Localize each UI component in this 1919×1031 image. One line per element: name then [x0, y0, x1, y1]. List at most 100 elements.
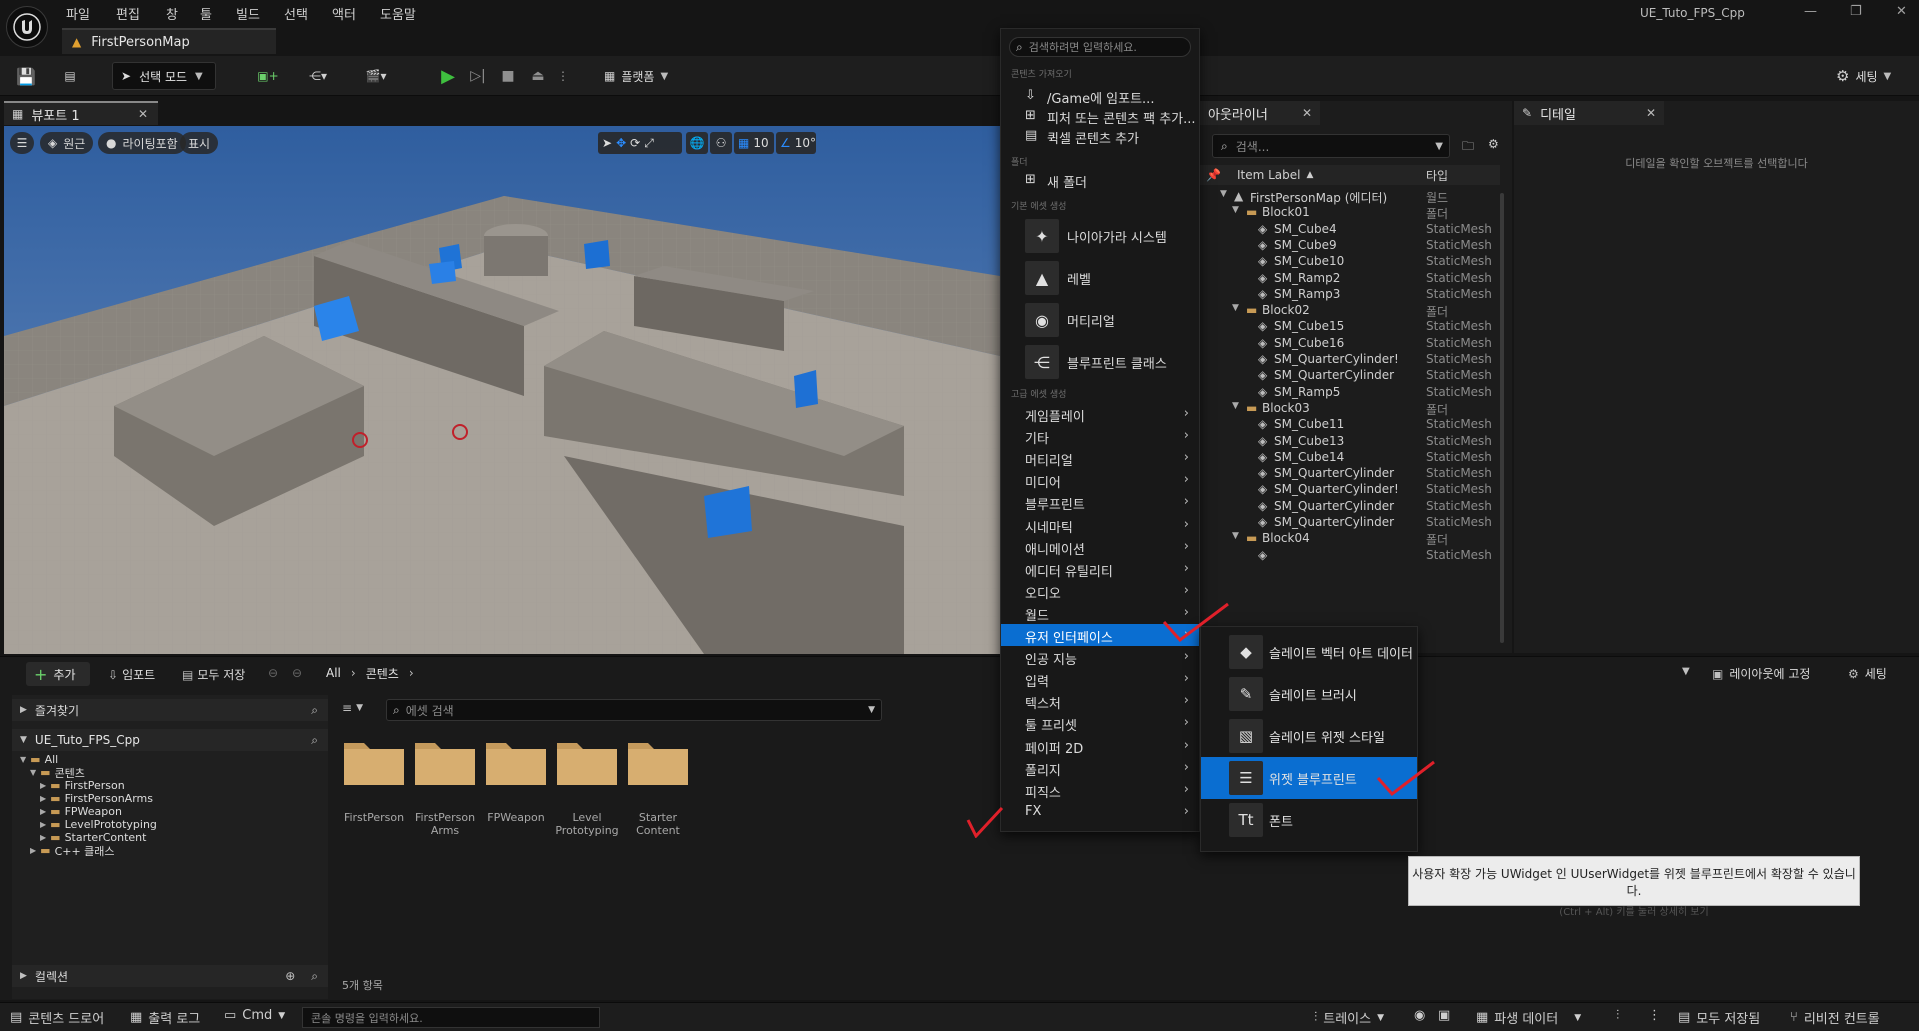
move-tool-icon[interactable]: ✥ [616, 136, 626, 150]
surface-snap-icon[interactable]: ⚇ [710, 132, 732, 154]
ui-submenu-item[interactable]: Tt 폰트 [1201, 799, 1417, 841]
pin-icon[interactable]: 📌 [1206, 168, 1221, 182]
breadcrumb-all[interactable]: All [326, 666, 341, 680]
cmd-dropdown[interactable]: ▭ Cmd ▼ [224, 1008, 285, 1023]
asset-search-input[interactable]: ⌕ 에셋 검색 ▼ [386, 699, 882, 721]
level-viewport[interactable]: ☰ ◈ 원근 ● 라이팅포함 표시 ➤ ✥ ⟳ ⤢ 🌐 ⚇ ▦ 10 ∠ 10° [4, 126, 1000, 654]
advanced-asset-item[interactable]: 툴 프리셋 › [1001, 712, 1199, 734]
show-button[interactable]: 표시 [180, 132, 219, 154]
save-status-button[interactable]: ▤ 모두 저장됨 [1678, 1008, 1760, 1027]
search-icon[interactable]: ⌕ [311, 703, 318, 718]
add-actor-icon[interactable]: ▣+ [250, 62, 286, 90]
history-dropdown-icon[interactable]: ▼ [1682, 666, 1690, 677]
menu-file[interactable]: 파일 [66, 4, 90, 23]
basic-asset-item[interactable]: ⋲ 블루프린트 클래스 [1001, 341, 1199, 383]
back-icon[interactable]: ⊖ [268, 666, 278, 680]
menu-window[interactable]: 창 [166, 4, 178, 23]
stop-icon[interactable]: ■ [496, 62, 520, 90]
outliner-row[interactable]: ◈ SM_QuarterCylinder StaticMesh [1200, 365, 1500, 382]
lock-layout-button[interactable]: ▣ 레이아웃에 고정 [1712, 665, 1810, 682]
revision-control-button[interactable]: ⑂ 리비전 컨트롤 [1790, 1008, 1880, 1027]
derived-data-button[interactable]: ▦ 파생 데이터 ▼ [1476, 1008, 1581, 1027]
outliner-row[interactable]: ◈ SM_Ramp2 StaticMesh [1200, 268, 1500, 285]
collections-header[interactable]: ▶ 컬렉션 ⊕ ⌕ [12, 965, 328, 987]
advanced-asset-item[interactable]: 에디터 유틸리티 › [1001, 558, 1199, 580]
save-icon[interactable]: 💾 [12, 62, 40, 90]
details-tab[interactable]: ✎ 디테일 ✕ [1514, 101, 1664, 125]
cinematics-icon[interactable]: 🎬▾ [358, 62, 394, 90]
content-drawer-button[interactable]: ▤ 콘텐츠 드로어 [10, 1008, 104, 1027]
favorites-header[interactable]: ▶ 즐겨찾기 ⌕ [12, 699, 328, 721]
folder-tree-item[interactable]: ▼ ▬ 콘텐츠 [30, 766, 85, 780]
advanced-asset-item[interactable]: 미디어 › [1001, 469, 1199, 491]
chevron-down-icon[interactable]: ▼ [1232, 205, 1239, 215]
world-local-icon[interactable]: 🌐 [686, 132, 708, 154]
document-tab[interactable]: ▲ FirstPersonMap [62, 28, 276, 54]
advanced-asset-item[interactable]: 블루프린트 › [1001, 491, 1199, 513]
advanced-asset-item[interactable]: 폴리지 › [1001, 757, 1199, 779]
outliner-search[interactable]: ⌕ 검색... ▼ [1212, 134, 1450, 158]
chevron-down-icon[interactable]: ▼ [1232, 531, 1239, 541]
chevron-down-icon[interactable]: ▼ [1220, 189, 1227, 199]
outliner-row[interactable]: ▼ ▬ Block02 폴더 [1200, 300, 1500, 319]
col-item-label[interactable]: Item Label [1237, 168, 1301, 182]
play-icon[interactable]: ▶ [436, 62, 460, 90]
add-collection-icon[interactable]: ⊕ [285, 969, 295, 983]
folder-tree-item[interactable]: ▶ ▬ FPWeapon [40, 805, 122, 818]
add-button[interactable]: + 추가 [26, 662, 90, 686]
close-tab-icon[interactable]: ✕ [1646, 106, 1656, 120]
play-options-icon[interactable]: ⋮ [556, 62, 570, 90]
import-game-item[interactable]: ⇩ /Game에 임포트... [1001, 85, 1199, 107]
chevron-down-icon[interactable]: ▼ [1232, 303, 1239, 313]
folder-tree-item[interactable]: ▶ ▬ FirstPersonArms [40, 792, 153, 805]
breadcrumb-content[interactable]: 콘텐츠 [366, 665, 399, 682]
output-log-button[interactable]: ▦ 출력 로그 [130, 1008, 200, 1027]
advanced-asset-item[interactable]: 애니메이션 › [1001, 536, 1199, 558]
more-icon[interactable]: ⋮ [1648, 1008, 1661, 1023]
record-icon[interactable]: ◉ [1414, 1008, 1425, 1023]
close-tab-icon[interactable]: ✕ [1302, 106, 1312, 120]
platforms-button[interactable]: ▦ 플랫폼 ▼ [604, 62, 686, 90]
gear-icon[interactable]: ⚙ [1488, 137, 1499, 151]
outliner-row[interactable]: ◈ SM_Ramp5 StaticMesh [1200, 382, 1500, 399]
stats-icon[interactable]: ⫶ [1616, 1008, 1619, 1023]
menu-select[interactable]: 선택 [284, 4, 308, 23]
trace-button[interactable]: ⫶ 트레이스 ▼ [1314, 1008, 1384, 1027]
outliner-row[interactable]: ◈ SM_QuarterCylinder StaticMesh [1200, 496, 1500, 513]
outliner-row[interactable]: ◈ SM_QuarterCylinder! StaticMesh [1200, 479, 1500, 496]
outliner-row[interactable]: ◈ SM_Cube16 StaticMesh [1200, 333, 1500, 350]
outliner-tab[interactable]: 아웃라이너 ✕ [1200, 101, 1320, 125]
rotate-tool-icon[interactable]: ⟳ [630, 136, 640, 150]
blueprint-icon[interactable]: ⋲▾ [300, 62, 336, 90]
settings-button[interactable]: ⚙ 세팅 ▼ [1836, 62, 1912, 90]
col-type[interactable]: 타입 [1426, 167, 1448, 184]
outliner-row[interactable]: ◈ SM_Cube11 StaticMesh [1200, 414, 1500, 431]
menu-search-input[interactable]: ⌕ 검색하려면 입력하세요. [1009, 37, 1191, 57]
save-all-button[interactable]: ▤ 모두 저장 [182, 666, 245, 683]
advanced-asset-item[interactable]: 인공 지능 › [1001, 646, 1199, 668]
rotation-snap-toggle[interactable]: ∠ 10° [776, 132, 816, 154]
unreal-logo-icon[interactable] [6, 6, 48, 48]
outliner-row[interactable]: ◈ SM_QuarterCylinder! StaticMesh [1200, 349, 1500, 366]
outliner-row[interactable]: ◈ SM_Cube13 StaticMesh [1200, 431, 1500, 448]
new-folder-item[interactable]: ⊞ 새 폴더 [1001, 169, 1199, 191]
outliner-row[interactable]: ▼ ▬ Block04 폴더 [1200, 528, 1500, 547]
minimize-icon[interactable]: — [1804, 4, 1817, 19]
advanced-asset-item[interactable]: 머티리얼 › [1001, 447, 1199, 469]
menu-help[interactable]: 도움말 [380, 4, 416, 23]
lighting-button[interactable]: ● 라이팅포함 [98, 132, 186, 154]
search-icon[interactable]: ⌕ [311, 733, 318, 748]
menu-edit[interactable]: 편집 [116, 4, 140, 23]
advanced-asset-item[interactable]: FX › [1001, 801, 1199, 823]
basic-asset-item[interactable]: ✦ 나이아가라 시스템 [1001, 215, 1199, 257]
folder-tree-item[interactable]: ▼ ▬ All [20, 753, 58, 766]
scale-tool-icon[interactable]: ⤢ [644, 136, 654, 151]
close-tab-icon[interactable]: ✕ [138, 107, 148, 121]
add-feature-item[interactable]: ⊞ 피처 또는 콘텐츠 팩 추가... [1001, 105, 1199, 127]
cb-settings-button[interactable]: ⚙ 세팅 [1848, 665, 1887, 682]
outliner-row[interactable]: ◈ SM_Cube4 StaticMesh [1200, 219, 1500, 236]
advanced-asset-item[interactable]: 시네마틱 › [1001, 514, 1199, 536]
add-folder-icon[interactable]: 🗀 [1462, 137, 1474, 158]
outliner-scrollbar[interactable] [1500, 193, 1504, 643]
forward-icon[interactable]: ⊖ [292, 666, 302, 680]
